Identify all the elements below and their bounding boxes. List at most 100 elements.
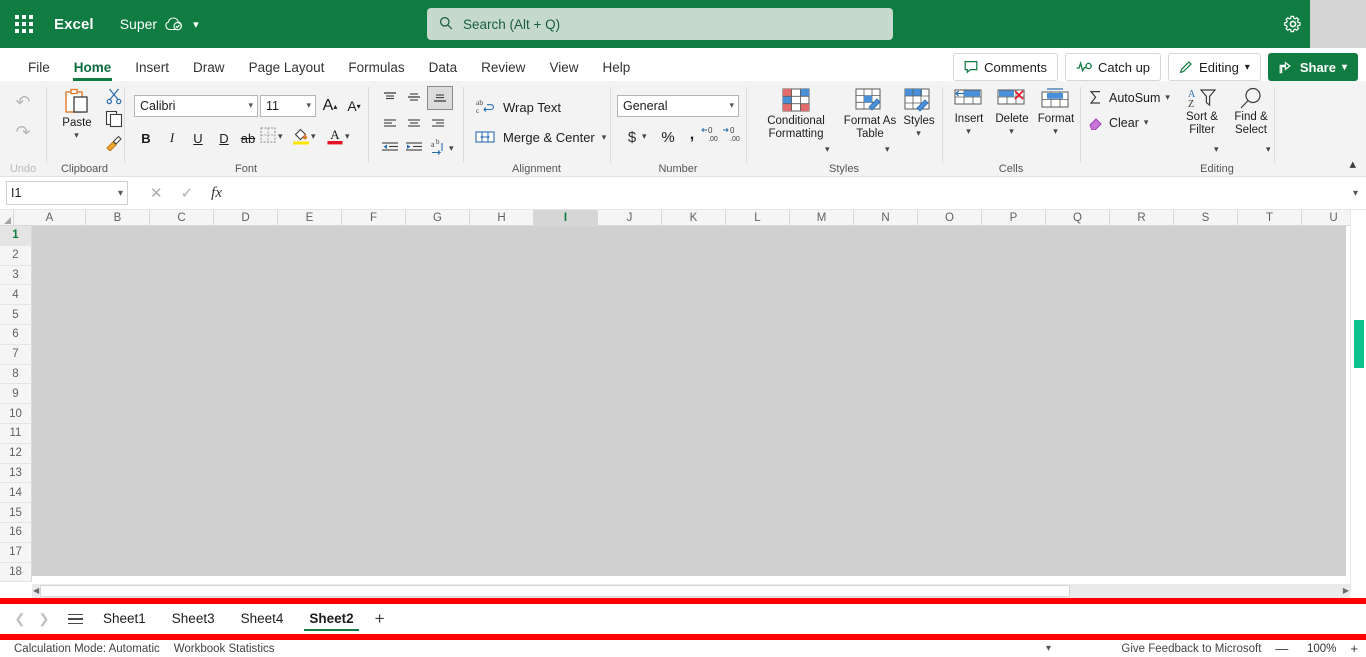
- chevron-down-icon[interactable]: ▾: [1053, 126, 1058, 137]
- bold-button[interactable]: B: [134, 126, 158, 150]
- cloud-saved-icon[interactable]: [165, 17, 183, 31]
- share-button[interactable]: Share ▾: [1267, 53, 1358, 81]
- formula-input[interactable]: [240, 182, 1344, 204]
- column-header-n[interactable]: N: [854, 210, 918, 226]
- row-header-17[interactable]: 17: [0, 542, 32, 563]
- app-name[interactable]: Excel: [54, 16, 94, 33]
- app-launcher-icon[interactable]: [0, 0, 48, 48]
- column-header-b[interactable]: B: [86, 210, 150, 226]
- add-sheet-button[interactable]: +: [375, 609, 385, 629]
- middle-align-button-alt[interactable]: [403, 88, 425, 108]
- number-format-select[interactable]: General ▾: [617, 95, 739, 117]
- ribbon-tab-home[interactable]: Home: [62, 60, 124, 82]
- ribbon-tab-review[interactable]: Review: [469, 60, 537, 82]
- chevron-right-icon[interactable]: ▶: [1343, 586, 1349, 595]
- sheet-tab-sheet1[interactable]: Sheet1: [90, 607, 159, 631]
- ribbon-tab-help[interactable]: Help: [590, 60, 642, 82]
- chevron-down-icon[interactable]: ▾: [966, 126, 971, 137]
- chevron-down-icon[interactable]: ▾: [916, 128, 921, 139]
- styles-button[interactable]: Styles ▾: [898, 87, 940, 139]
- align-right-button[interactable]: [427, 114, 449, 134]
- zoom-out-button[interactable]: —: [1275, 641, 1288, 656]
- align-left-button[interactable]: [379, 114, 401, 134]
- font-size-input[interactable]: 11 ▾: [260, 95, 316, 117]
- cancel-x-icon[interactable]: ✕: [150, 184, 163, 202]
- column-header-m[interactable]: M: [790, 210, 854, 226]
- settings-gear-icon[interactable]: [1283, 14, 1303, 34]
- paste-button[interactable]: Paste ▾: [53, 87, 101, 141]
- row-header-1[interactable]: 1: [0, 226, 32, 246]
- column-header-g[interactable]: G: [406, 210, 470, 226]
- column-header-q[interactable]: Q: [1046, 210, 1110, 226]
- insert-cells-button[interactable]: Insert ▾: [948, 87, 990, 137]
- column-header-t[interactable]: T: [1238, 210, 1302, 226]
- cut-button[interactable]: [105, 87, 123, 105]
- align-center-button[interactable]: [403, 114, 425, 134]
- wrap-text-button[interactable]: ab c Wrap Text: [475, 98, 561, 116]
- editing-button[interactable]: Editing ▾: [1168, 53, 1261, 81]
- ribbon-tab-formulas[interactable]: Formulas: [336, 60, 416, 82]
- row-header-4[interactable]: 4: [0, 285, 32, 306]
- sheet-tab-sheet4[interactable]: Sheet4: [228, 607, 297, 631]
- accounting-format-button[interactable]: $: [620, 125, 644, 149]
- horizontal-scrollbar[interactable]: ◀ ▶: [32, 584, 1350, 598]
- orientation-button[interactable]: ab: [427, 137, 449, 157]
- fill-color-button[interactable]: [292, 125, 310, 145]
- chevron-left-icon[interactable]: ❮: [8, 611, 32, 627]
- merge-center-button[interactable]: Merge & Center ▾: [475, 129, 606, 145]
- search-input[interactable]: Search (Alt + Q): [427, 8, 893, 40]
- catch-up-button[interactable]: Catch up: [1065, 53, 1162, 81]
- row-header-10[interactable]: 10: [0, 404, 32, 424]
- chevron-down-icon[interactable]: ▾: [345, 131, 350, 142]
- column-header-h[interactable]: H: [470, 210, 534, 226]
- column-header-i[interactable]: I: [534, 210, 598, 226]
- row-header-6[interactable]: 6: [0, 324, 32, 345]
- row-header-18[interactable]: 18: [0, 562, 32, 583]
- column-header-o[interactable]: O: [918, 210, 982, 226]
- chevron-down-icon[interactable]: ▾: [193, 18, 199, 31]
- row-header-3[interactable]: 3: [0, 265, 32, 286]
- chevron-down-icon[interactable]: ▾: [278, 131, 283, 142]
- row-header-9[interactable]: 9: [0, 384, 32, 405]
- column-header-a[interactable]: A: [14, 210, 86, 226]
- column-header-r[interactable]: R: [1110, 210, 1174, 226]
- chevron-down-icon[interactable]: ▾: [1266, 144, 1271, 155]
- delete-cells-button[interactable]: Delete ▾: [990, 87, 1034, 137]
- vertical-scrollbar-thumb[interactable]: [1354, 320, 1364, 368]
- all-sheets-menu-icon[interactable]: [60, 613, 90, 625]
- ribbon-tab-page-layout[interactable]: Page Layout: [237, 60, 337, 82]
- row-header-12[interactable]: 12: [0, 443, 32, 464]
- double-underline-button[interactable]: D: [212, 126, 236, 150]
- column-header-c[interactable]: C: [150, 210, 214, 226]
- chevron-left-icon[interactable]: ◀: [33, 586, 39, 595]
- expand-formula-bar-button[interactable]: ▾: [1353, 188, 1358, 199]
- calculation-mode-status[interactable]: Calculation Mode: Automatic: [14, 643, 160, 655]
- column-header-d[interactable]: D: [214, 210, 278, 226]
- increase-decimal-button[interactable]: 0.00: [722, 125, 742, 143]
- chevron-right-icon[interactable]: ❯: [32, 611, 56, 627]
- chevron-down-icon[interactable]: ▾: [825, 144, 830, 155]
- find-select-button[interactable]: Find & Select: [1226, 87, 1276, 137]
- collapse-ribbon-button[interactable]: ▴: [1349, 156, 1356, 172]
- vertical-scrollbar[interactable]: [1350, 210, 1366, 592]
- row-header-15[interactable]: 15: [0, 503, 32, 523]
- row-header-2[interactable]: 2: [0, 245, 32, 266]
- column-header-p[interactable]: P: [982, 210, 1046, 226]
- top-align-button[interactable]: [379, 88, 401, 108]
- column-header-f[interactable]: F: [342, 210, 406, 226]
- row-header-11[interactable]: 11: [0, 423, 32, 444]
- ribbon-tab-file[interactable]: File: [16, 60, 62, 82]
- ribbon-tab-draw[interactable]: Draw: [181, 60, 237, 82]
- row-header-16[interactable]: 16: [0, 522, 32, 543]
- borders-button[interactable]: [260, 127, 276, 143]
- give-feedback-link[interactable]: Give Feedback to Microsoft: [1121, 643, 1261, 655]
- clear-button[interactable]: Clear ▾: [1088, 115, 1148, 130]
- percent-format-button[interactable]: %: [656, 125, 680, 149]
- format-as-table-button[interactable]: Format As Table: [842, 87, 898, 141]
- format-cells-button[interactable]: Format ▾: [1034, 87, 1078, 137]
- strikethrough-button[interactable]: ab: [236, 126, 260, 150]
- column-header-j[interactable]: J: [598, 210, 662, 226]
- sort-filter-button[interactable]: AZ Sort & Filter: [1178, 87, 1226, 137]
- row-header-8[interactable]: 8: [0, 364, 32, 385]
- autosum-button[interactable]: AutoSum ▾: [1088, 90, 1170, 105]
